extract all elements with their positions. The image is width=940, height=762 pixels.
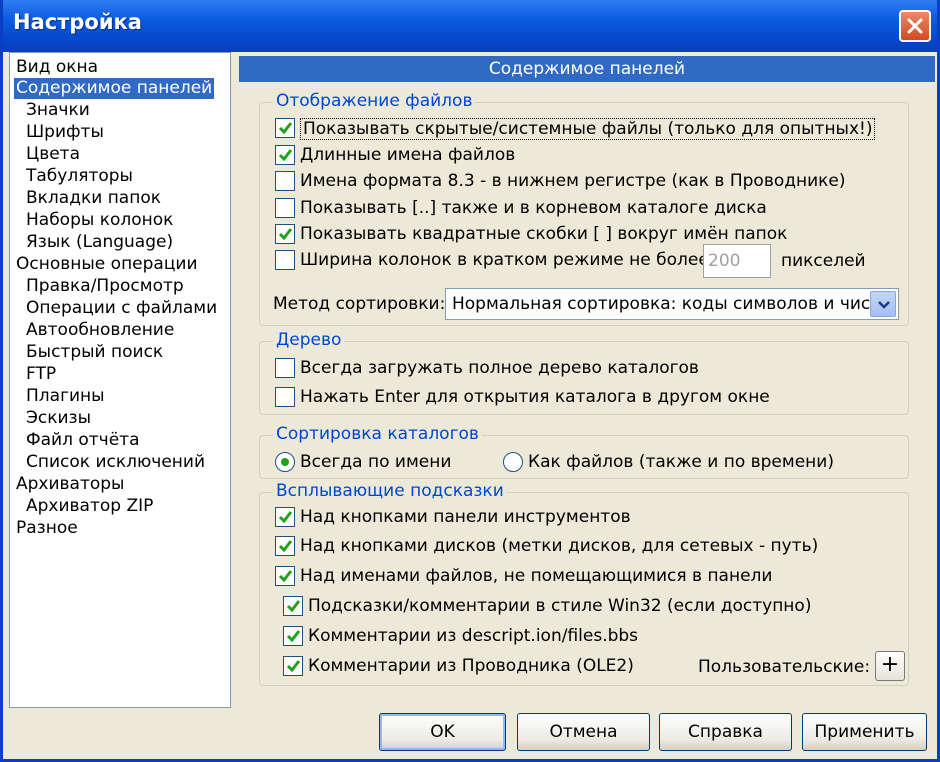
nav-item-auto-refresh[interactable]: Автообновление (24, 320, 176, 341)
help-button[interactable]: Справка (659, 713, 792, 751)
nav-item-file-operations[interactable]: Операции с файлами (24, 298, 219, 319)
nav-item-language[interactable]: Язык (Language) (24, 232, 175, 253)
descript-ion-comments-label[interactable]: Комментарии из descript.ion/files.bbs (308, 626, 638, 646)
radio-selected-dot (281, 458, 289, 466)
sort-like-files-label[interactable]: Как файлов (также и по времени) (528, 452, 834, 472)
window-title: Настройка (13, 10, 142, 34)
checkmark-icon (278, 122, 293, 135)
nav-item-zip-packer[interactable]: Архиватор ZIP (24, 496, 155, 517)
descript-ion-comments-checkbox[interactable] (283, 626, 303, 646)
column-width-input[interactable]: 200 (703, 244, 771, 278)
custom-tooltips-label: Пользовательские: (698, 657, 871, 677)
win32-style-tooltips-checkbox[interactable] (283, 596, 303, 616)
long-filenames-checkbox[interactable] (275, 145, 295, 165)
checkmark-icon (278, 540, 293, 553)
checkmark-icon (278, 570, 293, 583)
nav-item-edit-view[interactable]: Правка/Просмотр (24, 276, 186, 297)
filename-tooltips-checkbox[interactable] (275, 566, 295, 586)
close-button[interactable] (899, 10, 931, 42)
checkmark-icon (278, 149, 293, 162)
nav-item-basic-operations[interactable]: Основные операции (14, 254, 200, 275)
nav-item-log-file[interactable]: Файл отчёта (24, 430, 142, 451)
show-updir-in-root-checkbox[interactable] (275, 198, 295, 218)
show-updir-in-root-label[interactable]: Показывать [..] также и в корневом катал… (300, 198, 767, 218)
nav-item-plugins[interactable]: Плагины (24, 386, 107, 407)
settings-nav-list: Вид окна Содержимое панелей Значки Шрифт… (9, 52, 231, 708)
drive-button-tooltips-checkbox[interactable] (275, 536, 295, 556)
show-hidden-files-label[interactable]: Показывать скрытые/системные файлы (толь… (300, 118, 876, 140)
file-display-group-title: Отображение файлов (273, 92, 476, 110)
explorer-comments-checkbox[interactable] (283, 656, 303, 676)
nav-item-ignore-list[interactable]: Список исключений (24, 452, 207, 473)
ok-button[interactable]: OK (379, 713, 506, 751)
title-bar[interactable]: Настройка (3, 0, 937, 52)
nav-item-window-view[interactable]: Вид окна (14, 57, 100, 78)
column-width-limit-label[interactable]: Ширина колонок в кратком режиме не более… (300, 250, 715, 270)
nav-item-tabstops[interactable]: Табуляторы (24, 166, 135, 187)
settings-dialog: Настройка Вид окна Содержимое панелей Зн… (0, 0, 940, 762)
nav-item-ftp[interactable]: FTP (24, 364, 58, 385)
sort-method-label: Метод сортировки: (273, 294, 446, 314)
enter-opens-other-panel-checkbox[interactable] (275, 387, 295, 407)
apply-button[interactable]: Применить (802, 713, 927, 751)
nav-item-folder-tabs[interactable]: Вкладки папок (24, 188, 163, 209)
lowercase-83-names-checkbox[interactable] (275, 171, 295, 191)
lowercase-83-names-label[interactable]: Имена формата 8.3 - в нижнем регистре (к… (300, 171, 846, 191)
show-hidden-files-checkbox[interactable] (275, 118, 295, 138)
drive-button-tooltips-label[interactable]: Над кнопками дисков (метки дисков, для с… (300, 536, 818, 556)
nav-item-fonts[interactable]: Шрифты (24, 122, 106, 143)
checkmark-icon (286, 600, 301, 613)
sort-by-name-radio[interactable] (275, 452, 295, 472)
square-brackets-label[interactable]: Показывать квадратные скобки [ ] вокруг … (300, 224, 787, 244)
dir-sort-group-title: Сортировка каталогов (273, 425, 482, 443)
cancel-button[interactable]: Отмена (517, 713, 650, 751)
tree-group-title: Дерево (273, 331, 345, 349)
dropdown-arrow-button[interactable] (870, 291, 896, 317)
nav-item-icons[interactable]: Значки (24, 100, 92, 121)
checkmark-icon (286, 660, 301, 673)
tooltips-group-title: Всплывающие подсказки (273, 482, 507, 500)
filename-tooltips-label[interactable]: Над именами файлов, не помещающимися в п… (300, 566, 772, 586)
close-icon (907, 18, 923, 34)
explorer-comments-label[interactable]: Комментарии из Проводника (OLE2) (308, 656, 634, 676)
toolbar-tooltips-checkbox[interactable] (275, 507, 295, 527)
checkmark-icon (286, 630, 301, 643)
pixels-unit-label: пикселей (781, 251, 866, 271)
enter-opens-other-panel-label[interactable]: Нажать Enter для открытия каталога в дру… (300, 387, 770, 407)
nav-item-thumbnails[interactable]: Эскизы (24, 408, 93, 429)
checkmark-icon (278, 511, 293, 524)
nav-item-quick-search[interactable]: Быстрый поиск (24, 342, 165, 363)
load-full-tree-checkbox[interactable] (275, 358, 295, 378)
nav-item-packers[interactable]: Архиваторы (14, 474, 126, 495)
nav-item-colors[interactable]: Цвета (24, 144, 82, 165)
chevron-down-icon (878, 301, 890, 309)
nav-item-custom-columns[interactable]: Наборы колонок (24, 210, 175, 231)
nav-item-panel-contents[interactable]: Содержимое панелей (14, 78, 215, 99)
toolbar-tooltips-label[interactable]: Над кнопками панели инструментов (300, 507, 631, 527)
custom-tooltips-button[interactable]: + (875, 651, 905, 681)
long-filenames-label[interactable]: Длинные имена файлов (300, 145, 515, 165)
nav-item-misc[interactable]: Разное (14, 518, 80, 539)
column-width-limit-checkbox[interactable] (275, 250, 295, 270)
panel-header: Содержимое панелей (239, 56, 935, 82)
sort-by-name-label[interactable]: Всегда по имени (300, 452, 451, 472)
sort-method-value: Нормальная сортировка: коды символов и ч… (452, 294, 892, 314)
square-brackets-checkbox[interactable] (275, 224, 295, 244)
win32-style-tooltips-label[interactable]: Подсказки/комментарии в стиле Win32 (есл… (308, 596, 811, 616)
load-full-tree-label[interactable]: Всегда загружать полное дерево каталогов (300, 358, 699, 378)
checkmark-icon (278, 228, 293, 241)
sort-method-select[interactable]: Нормальная сортировка: коды символов и ч… (445, 288, 899, 320)
sort-like-files-radio[interactable] (503, 452, 523, 472)
